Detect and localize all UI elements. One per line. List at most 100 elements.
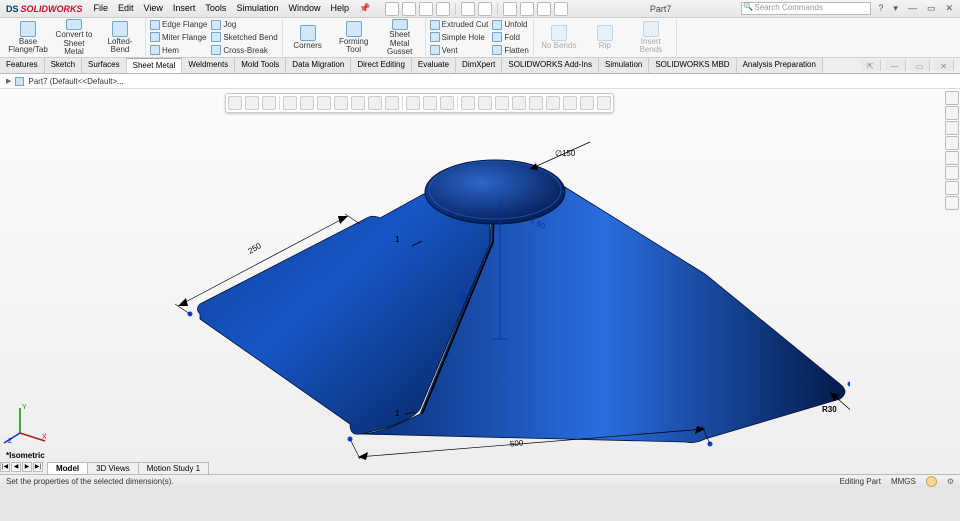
orientation-triad[interactable]: Y X Z xyxy=(10,403,50,443)
view-settings-icon[interactable] xyxy=(385,96,399,110)
menu-view[interactable]: View xyxy=(139,3,168,14)
taskpane-forum-icon[interactable] xyxy=(945,196,959,210)
dim-edge-front[interactable]: 500 xyxy=(510,438,524,448)
qat-new-icon[interactable] xyxy=(385,2,399,16)
qat-undo-icon[interactable] xyxy=(461,2,475,16)
taskpane-view-palette-icon[interactable] xyxy=(945,151,959,165)
corners-button[interactable]: Corners xyxy=(287,19,329,57)
tab-surfaces[interactable]: Surfaces xyxy=(82,58,127,73)
dim-radius[interactable]: R30 xyxy=(822,405,837,414)
taskpane-custom-props-icon[interactable] xyxy=(945,181,959,195)
zoom-fit-icon[interactable] xyxy=(228,96,242,110)
tab-dimxpert[interactable]: DimXpert xyxy=(456,58,502,73)
dim-diameter[interactable]: ∅150 xyxy=(555,149,575,158)
hud-btn-l-icon[interactable] xyxy=(597,96,611,110)
hem-button[interactable]: Hem xyxy=(150,44,207,56)
unfold-button[interactable]: Unfold xyxy=(492,19,528,31)
status-flag-icon[interactable] xyxy=(926,476,937,487)
breadcrumb-expand-icon[interactable]: ▶ xyxy=(6,77,11,85)
tab-mold-tools[interactable]: Mold Tools xyxy=(235,58,286,73)
taskpane-appearances-icon[interactable] xyxy=(945,166,959,180)
status-units[interactable]: MMGS xyxy=(891,477,916,486)
hud-btn-k-icon[interactable] xyxy=(580,96,594,110)
graphics-viewport[interactable]: ∅150 1.50 250 200 1 1 500 R30 Y X Z *Iso… xyxy=(0,89,960,488)
apply-scene-icon[interactable] xyxy=(368,96,382,110)
tab-weldments[interactable]: Weldments xyxy=(182,58,235,73)
display-style-icon[interactable] xyxy=(317,96,331,110)
menu-file[interactable]: File xyxy=(89,3,114,14)
qat-select-icon[interactable] xyxy=(503,2,517,16)
jog-button[interactable]: Jog xyxy=(211,19,277,31)
minimize-button[interactable]: — xyxy=(905,3,920,14)
hud-btn-i-icon[interactable] xyxy=(546,96,560,110)
edit-appearance-icon[interactable] xyxy=(351,96,365,110)
menu-simulation[interactable]: Simulation xyxy=(231,3,283,14)
tab-mbd[interactable]: SOLIDWORKS MBD xyxy=(649,58,736,73)
sheet-next-icon[interactable]: ▶ xyxy=(22,462,32,472)
sheet-last-icon[interactable]: ▶| xyxy=(33,462,43,472)
taskpane-home-icon[interactable] xyxy=(945,91,959,105)
hud-btn-f-icon[interactable] xyxy=(495,96,509,110)
menu-window[interactable]: Window xyxy=(283,3,325,14)
miter-flange-button[interactable]: Miter Flange xyxy=(150,31,207,43)
menu-edit[interactable]: Edit xyxy=(113,3,139,14)
search-input[interactable]: Search Commands xyxy=(741,2,871,15)
hud-btn-c-icon[interactable] xyxy=(440,96,454,110)
hide-show-icon[interactable] xyxy=(334,96,348,110)
taskpane-file-explorer-icon[interactable] xyxy=(945,136,959,150)
hud-btn-a-icon[interactable] xyxy=(406,96,420,110)
cross-break-button[interactable]: Cross-Break xyxy=(211,44,277,56)
extruded-cut-button[interactable]: Extruded Cut xyxy=(430,19,489,31)
sketched-bend-button[interactable]: Sketched Bend xyxy=(211,31,277,43)
tab-features[interactable]: Features xyxy=(0,58,45,73)
hud-btn-d-icon[interactable] xyxy=(461,96,475,110)
tab-direct-editing[interactable]: Direct Editing xyxy=(351,58,412,73)
view-orient-icon[interactable] xyxy=(300,96,314,110)
convert-sheet-metal-button[interactable]: Convert to Sheet Metal xyxy=(53,19,95,57)
base-flange-button[interactable]: Base Flange/Tab xyxy=(7,19,49,57)
dim-thk-left[interactable]: 1 xyxy=(395,235,399,244)
qat-rebuild-icon[interactable] xyxy=(520,2,534,16)
hud-btn-b-icon[interactable] xyxy=(423,96,437,110)
tab-addins[interactable]: SOLIDWORKS Add-Ins xyxy=(502,58,599,73)
qat-options-icon[interactable] xyxy=(537,2,551,16)
flatten-button[interactable]: Flatten xyxy=(492,44,528,56)
dim-height[interactable]: 200 xyxy=(457,292,466,305)
zoom-area-icon[interactable] xyxy=(245,96,259,110)
help-button[interactable]: ? xyxy=(875,3,886,14)
qat-settings-icon[interactable] xyxy=(554,2,568,16)
hud-btn-j-icon[interactable] xyxy=(563,96,577,110)
hud-btn-e-icon[interactable] xyxy=(478,96,492,110)
simple-hole-button[interactable]: Simple Hole xyxy=(430,31,489,43)
tab-evaluate[interactable]: Evaluate xyxy=(412,58,456,73)
tab-3d-views[interactable]: 3D Views xyxy=(87,462,139,474)
doc-close-icon[interactable]: ✕ xyxy=(934,60,954,71)
forming-tool-button[interactable]: Forming Tool xyxy=(333,19,375,57)
vent-button[interactable]: Vent xyxy=(430,44,489,56)
status-cog-icon[interactable]: ⚙ xyxy=(947,477,954,486)
tab-motion-study[interactable]: Motion Study 1 xyxy=(138,462,209,474)
sheet-first-icon[interactable]: |◀ xyxy=(0,462,10,472)
edge-flange-button[interactable]: Edge Flange xyxy=(150,19,207,31)
qat-open-icon[interactable] xyxy=(402,2,416,16)
gusset-button[interactable]: Sheet Metal Gusset xyxy=(379,19,421,57)
tab-analysis-prep[interactable]: Analysis Preparation xyxy=(737,58,823,73)
close-button[interactable]: ✕ xyxy=(942,3,956,14)
menu-insert[interactable]: Insert xyxy=(168,3,201,14)
tab-simulation[interactable]: Simulation xyxy=(599,58,649,73)
help-dropdown[interactable]: ▾ xyxy=(890,3,901,14)
tab-sheet-metal[interactable]: Sheet Metal xyxy=(127,58,183,73)
taskpane-design-lib-icon[interactable] xyxy=(945,121,959,135)
qat-redo-icon[interactable] xyxy=(478,2,492,16)
model-geometry[interactable] xyxy=(150,114,850,479)
tab-data-migration[interactable]: Data Migration xyxy=(286,58,351,73)
fold-button[interactable]: Fold xyxy=(492,31,528,43)
qat-print-icon[interactable] xyxy=(436,2,450,16)
qat-save-icon[interactable] xyxy=(419,2,433,16)
tab-sketch[interactable]: Sketch xyxy=(45,58,82,73)
taskpane-resources-icon[interactable] xyxy=(945,106,959,120)
menu-pin-icon[interactable]: 📌 xyxy=(354,3,375,14)
dim-thk-front[interactable]: 1 xyxy=(395,409,399,418)
menu-help[interactable]: Help xyxy=(325,3,354,14)
doc-min-icon[interactable]: — xyxy=(885,60,906,71)
